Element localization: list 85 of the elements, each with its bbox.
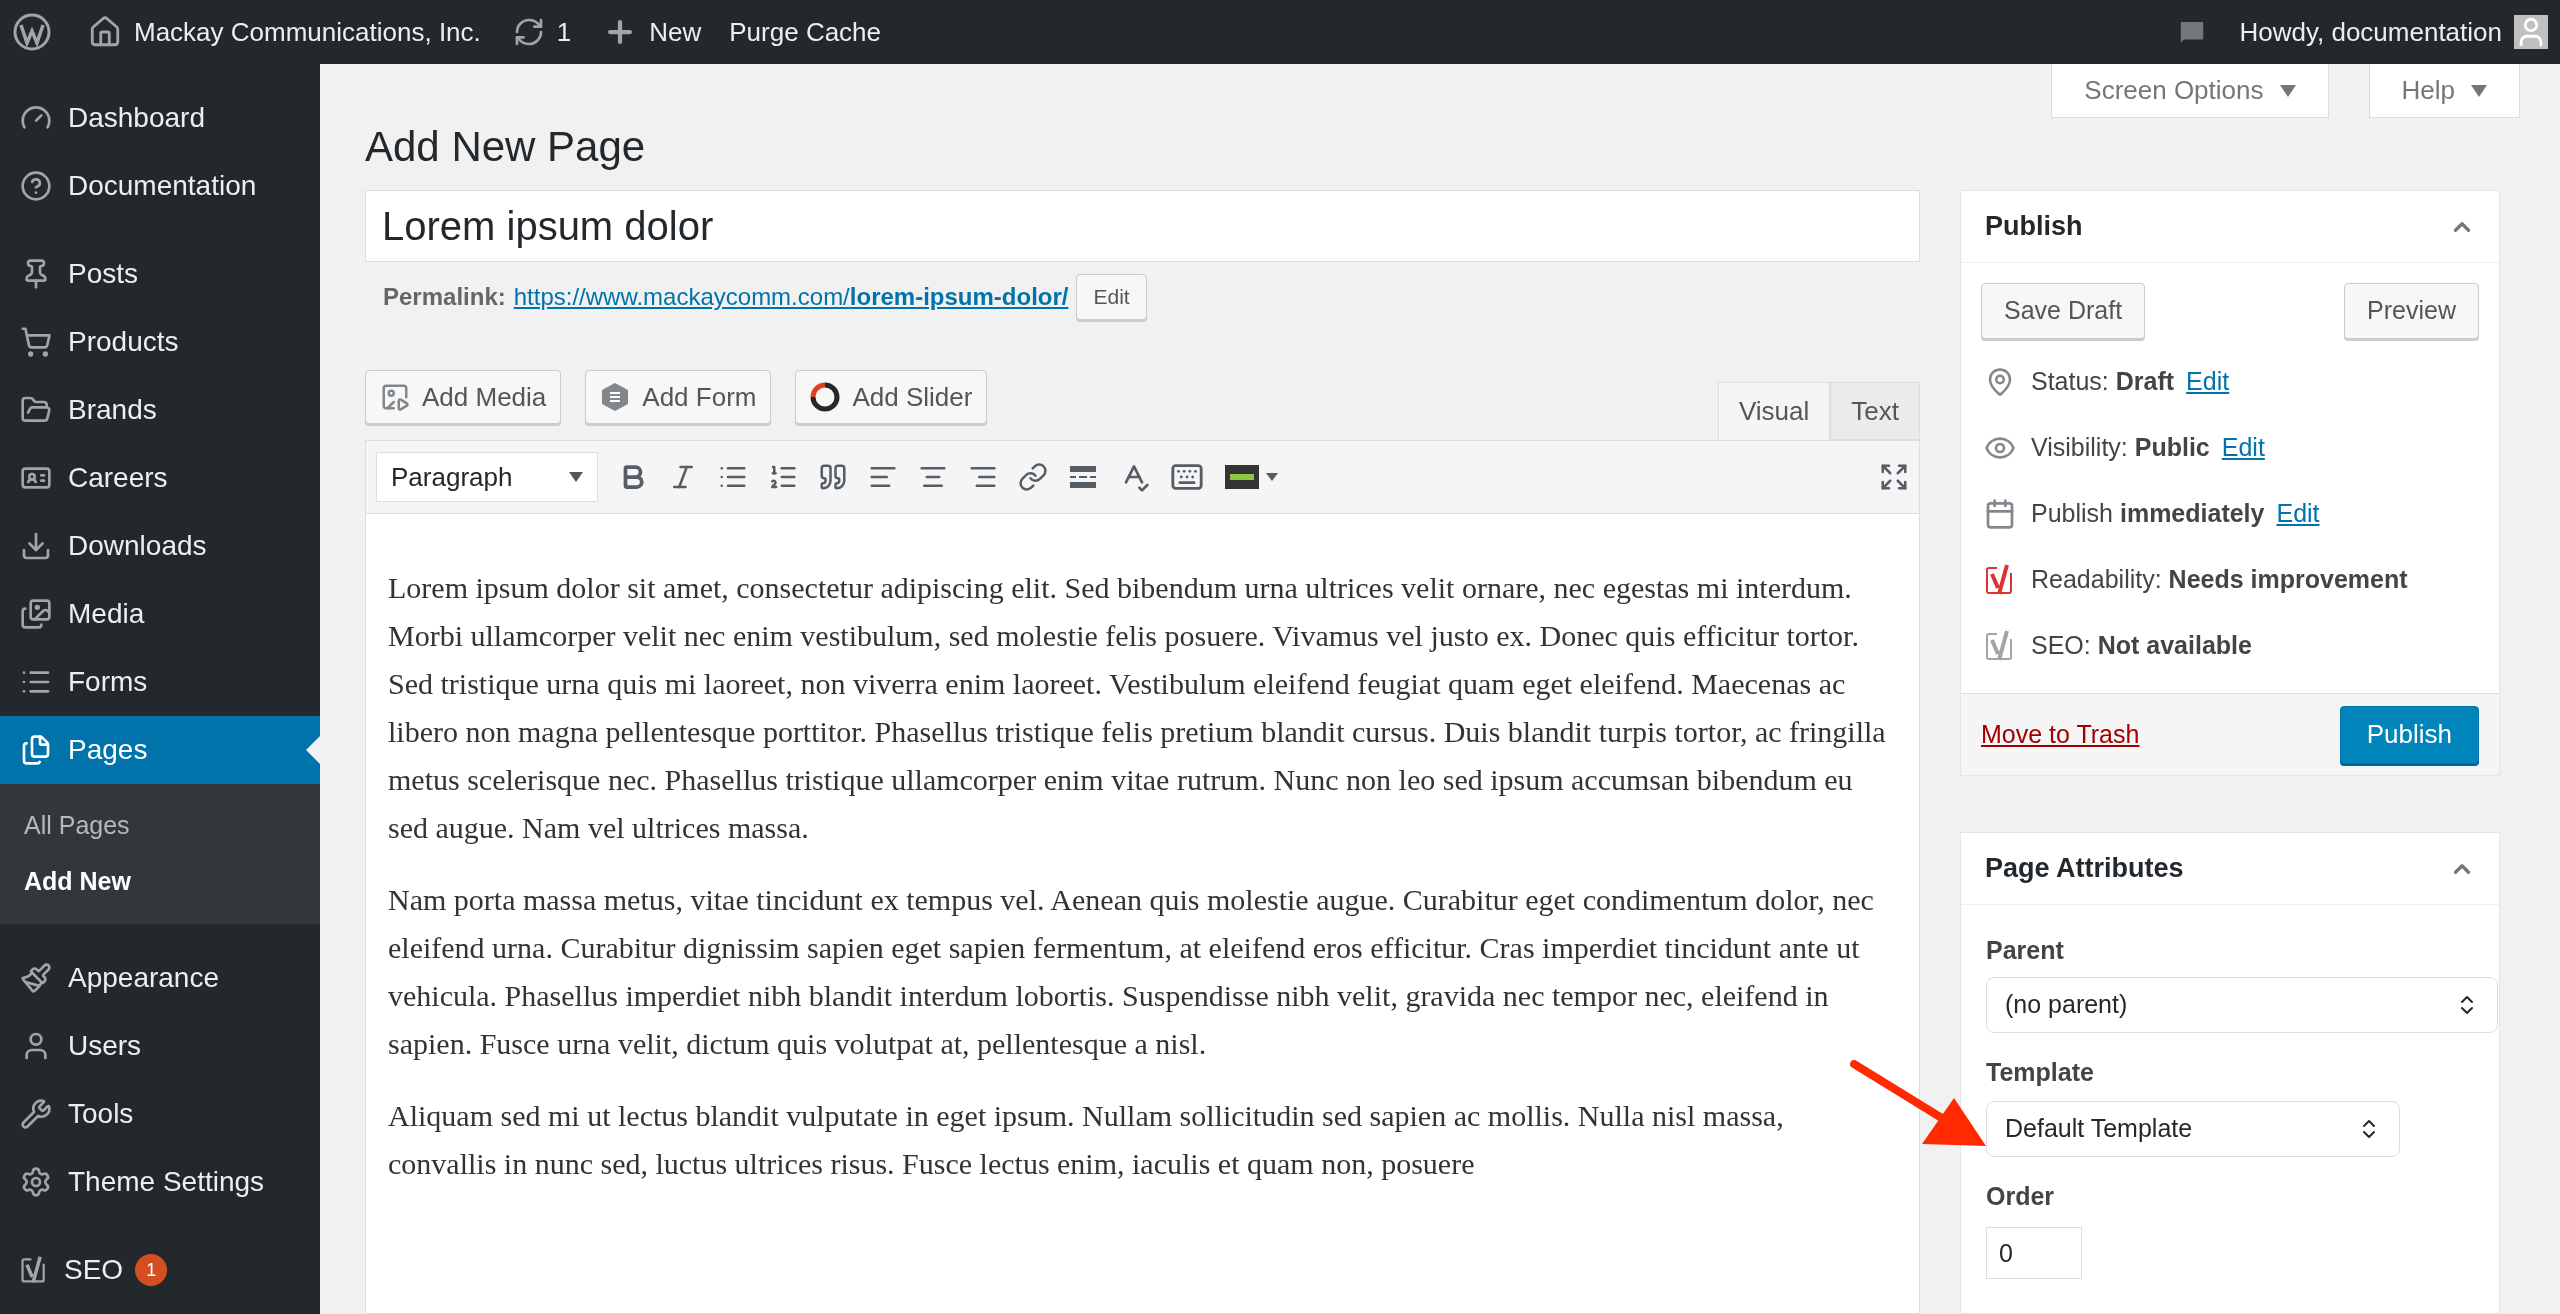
menu-item[interactable]: Posts (0, 240, 320, 308)
field-label: Template (1986, 1056, 2095, 1088)
edit-link[interactable]: Edit (2186, 363, 2230, 401)
template-select[interactable]: Default Template (1986, 1101, 2400, 1157)
menu-icon (20, 530, 52, 562)
save-draft-button[interactable]: Save Draft (1981, 283, 2146, 339)
current-pointer-icon (306, 736, 320, 764)
publish-button[interactable]: Publish (2339, 705, 2479, 764)
menu-item[interactable]: Products (0, 308, 320, 376)
permalink-link[interactable]: https://www.mackaycomm.com/lorem-ipsum-dolor/ (513, 279, 1069, 315)
menu-item[interactable]: Appearance (0, 944, 320, 1012)
format-select[interactable]: Paragraph (376, 452, 598, 502)
editor-tab[interactable]: Text (1830, 382, 1920, 440)
edit-link[interactable]: Edit (2276, 495, 2320, 533)
move-to-trash-link[interactable]: Move to Trash (1981, 715, 2140, 754)
media-button[interactable]: Add Form (585, 370, 772, 424)
title-field[interactable]: Lorem ipsum dolor (365, 190, 1920, 262)
slider-icon (810, 382, 841, 412)
site-name-link[interactable]: Mackay Communications, Inc. (134, 12, 481, 52)
calendar-icon (1984, 498, 2016, 530)
fullscreen-icon[interactable] (1879, 462, 1909, 492)
publish-setting: Status: Draft (2031, 366, 2175, 398)
menu-item[interactable]: Brands (0, 376, 320, 444)
paragraph: Nam porta massa metus, vitae tincidunt ex tempus vel. Aenean quis molestie augue. Curabitur eget condimentum dolor, nec eleifend urna. Curabitur dignissim sapien eget sapien fermentum, at eleifend eros efficitur. Cras imperdiet tincidunt ante ut vehicula. Phasellus imperdiet nibh blandit interdum lobortis. Suspendisse nibh velit, gravida nec tempor nec, eleifend in sapien. Fusce urna velit, dictum quis volutpat at, pellentesque a nisl. (388, 882, 1875, 1062)
caret-icon (2279, 84, 2296, 97)
parent-select[interactable]: (no parent) (1986, 977, 2498, 1033)
menu-icon (20, 326, 52, 358)
menu-icon (20, 1098, 52, 1130)
preview-button[interactable]: Preview (2344, 283, 2479, 339)
updates-count[interactable]: 1 (556, 12, 572, 52)
paragraph: Lorem ipsum dolor sit amet, consectetur adipiscing elit. Sed bibendum urna ultrices velit ornare, nec egestas mi interdum. Morbi ullamcorper velit nec enim vestibulum, sed molestie felis posuere. Vivamus vel justo ex. Donec quis efficitur tortor. Sed tristique urna quis mi laoreet, non viverra enim laoreet. Vestibulum eleifend feugiat quam eget eleifend. Maecenas ac libero non magna pellentesque porttitor. Phasellus tristique felis pretium blandit cursus. Duis blandit turpis tortor, ac fringilla metus scelerisque nec. Phasellus tristique ullamcorper enim vitae rutrum. Nunc non leo sed ipsum accumsan bibendum eu sed augue. Nam vel ultrices massa. (388, 570, 1887, 846)
paragraph: Aliquam sed mi ut lectus blandit vulputate in eget ipsum. Nullam sollicitudin sed sapien ac mollis. Nulla nisl massa, convallis in nunc sed, luctus ultrices risus. Fusce lectus enim, iaculis et quam non, posuere (388, 1098, 1785, 1182)
page-title: Add New Page (365, 121, 647, 172)
permalink-label: Permalink: (383, 282, 506, 312)
menu-icon (20, 598, 52, 630)
yoast-icon (1985, 563, 2015, 597)
form-icon (600, 382, 631, 412)
menu-item[interactable]: Pages (0, 716, 320, 784)
field-label: Parent (1986, 935, 2065, 967)
submenu-item[interactable]: All Pages (0, 798, 320, 854)
field-label: Order (1986, 1180, 2056, 1212)
screen-meta-toggle[interactable]: Screen Options (2051, 64, 2329, 118)
panel-title: Publish (1985, 210, 2083, 244)
caret-icon (2471, 84, 2487, 97)
publish-setting: Readability: Needs improvement (2031, 564, 2408, 596)
editor-tab[interactable]: Visual (1717, 382, 1831, 440)
edit-link[interactable]: Edit (2221, 429, 2265, 467)
menu-item[interactable]: Forms (0, 648, 320, 716)
menu-item[interactable]: Dashboard (0, 84, 320, 152)
home-icon[interactable] (88, 15, 122, 49)
publish-setting: Publish immediately (2031, 498, 2265, 530)
menu-icon (20, 962, 52, 994)
menu-item[interactable]: Theme Settings (0, 1148, 320, 1216)
menu-item[interactable]: Users (0, 1012, 320, 1080)
menu-item[interactable]: Downloads (0, 512, 320, 580)
media-icon (380, 382, 410, 412)
menu-icon (20, 734, 52, 766)
menu-item[interactable]: Media (0, 580, 320, 648)
menu-item[interactable]: Documentation (0, 152, 320, 220)
editor-content[interactable] (365, 514, 1920, 1314)
order-field[interactable]: 0 (1986, 1227, 2082, 1279)
notification-badge: 1 (135, 1254, 168, 1286)
screen-meta-toggle[interactable]: Help (2368, 64, 2520, 118)
menu-item[interactable]: Tools (0, 1080, 320, 1148)
link-icon[interactable] (1018, 462, 1048, 492)
new-link[interactable]: New (649, 12, 702, 52)
quote-icon[interactable] (818, 462, 848, 492)
greeting-link[interactable]: Howdy, documentation (2239, 12, 2502, 52)
edit-permalink-button[interactable]: Edit (1076, 274, 1147, 320)
caret-icon (569, 472, 583, 482)
menu-icon (20, 170, 52, 202)
menu-item[interactable]: Careers (0, 444, 320, 512)
panel-title: Page Attributes (1985, 852, 2184, 886)
publish-setting: SEO: Not available (2031, 630, 2252, 662)
color-dropdown-icon[interactable] (1224, 462, 1280, 492)
menu-item[interactable]: SEO 1 (0, 1236, 320, 1304)
media-button[interactable]: Add Media (365, 370, 562, 424)
submenu-item[interactable]: Add New (0, 854, 320, 910)
menu-icon (20, 1166, 52, 1198)
purge-cache-link[interactable]: Purge Cache (729, 12, 882, 52)
media-button[interactable]: Add Slider (795, 370, 988, 424)
yoast-icon (1985, 629, 2015, 663)
wordpress-logo-icon[interactable] (12, 12, 52, 52)
publish-setting: Visibility: Public (2031, 432, 2210, 464)
yoast-icon (20, 1255, 48, 1285)
